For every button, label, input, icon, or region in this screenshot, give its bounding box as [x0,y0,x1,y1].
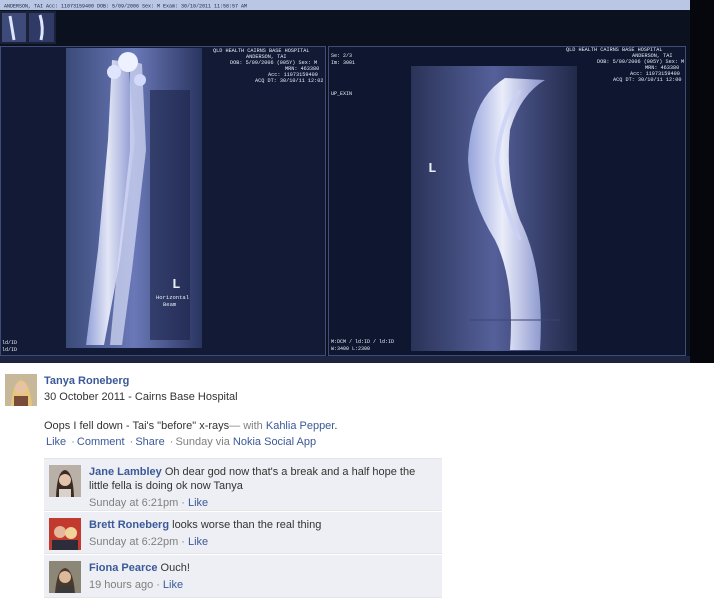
post-like-link[interactable]: Like [46,436,66,448]
commenter-avatar[interactable] [49,465,81,497]
post-date-location: 30 October 2011 - Cairns Base Hospital [44,391,238,403]
right-left-line: Se: 2/3 [331,53,352,59]
post-actions: Like · Comment · Share · Sunday via Nokia S… [46,436,316,448]
left-header-line: ACQ DT: 30/10/11 12:02 [255,78,324,84]
left-side-marker: L [172,277,180,293]
facebook-post: Tanya Roneberg 30 October 2011 - Cairns … [0,363,483,598]
right-left-line: UP_EXIN [331,91,352,97]
separator-dot: · [181,497,185,509]
xray-photo: ANDERSON, TAI Acc: 11073159400 DOB: 5/09… [0,0,714,363]
commenter-name-link[interactable]: Jane Lambley [89,466,162,478]
post-text: Oops I fell down - Tai's "before" x-rays… [44,420,337,432]
right-header-line: ACQ DT: 30/10/11 12:00 [613,77,682,83]
comment-text: looks worse than the real thing [172,519,322,531]
separator-dot: · [181,536,185,548]
poster-name-link[interactable]: Tanya Roneberg [44,375,129,387]
left-caption-line: Beam [163,301,177,308]
post-with-prefix: — with [229,420,266,432]
right-side-marker: L [428,161,436,177]
commenter-name-link[interactable]: Fiona Pearce [89,562,157,574]
commenter-avatar[interactable] [49,518,81,550]
tagged-friend-link[interactable]: Kahlia Pepper [266,420,335,432]
comment-like-link[interactable]: Like [188,536,208,548]
xray-monitor-image: ANDERSON, TAI Acc: 11073159400 DOB: 5/09… [0,0,714,363]
comment-time: Sunday at 6:22pm [89,536,179,548]
right-bottom-text: M:DCM / ld:ID / ld:ID [331,339,394,345]
right-left-line: Im: 3001 [331,60,355,66]
comment-item: Fiona Pearce Ouch! 19 hours ago · Like [44,555,442,598]
right-bottom-text: W:3400 L:2300 [331,346,370,352]
commenter-name-link[interactable]: Brett Roneberg [89,519,169,531]
comment-like-link[interactable]: Like [163,579,183,591]
left-caption-line: Horizontal [156,294,189,301]
separator-dot: · [156,579,160,591]
separator-dot: · [71,436,75,448]
comment-item: Brett Roneberg looks worse than the real… [44,512,442,554]
post-comment-link[interactable]: Comment [77,436,125,448]
post-share-link[interactable]: Share [135,436,164,448]
commenter-avatar[interactable] [49,561,81,593]
comment-time: Sunday at 6:21pm [89,497,179,509]
comment-text: Ouch! [160,562,190,574]
monitor-top-bar-text: ANDERSON, TAI Acc: 11073159400 DOB: 5/09… [4,4,247,10]
comment-time: 19 hours ago [89,579,154,591]
left-bottom-text: ld/ID [2,347,17,353]
post-text-end: . [334,420,338,432]
comment-item: Jane Lambley Oh dear god now that's a br… [44,458,442,511]
via-app-link[interactable]: Nokia Social App [233,436,316,448]
poster-avatar[interactable] [5,374,37,406]
left-bottom-text: ld/ID [2,340,17,346]
comment-like-link[interactable]: Like [188,497,208,509]
post-time-via: Sunday via [175,436,233,448]
post-message: Oops I fell down - Tai's "before" x-rays [44,420,230,432]
